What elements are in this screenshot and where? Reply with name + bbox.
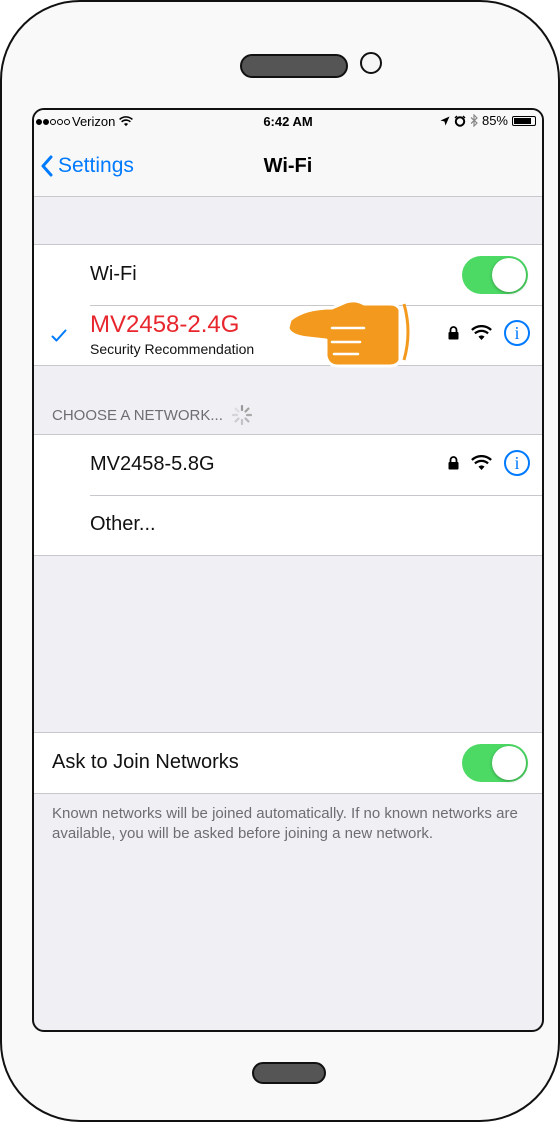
lock-icon (448, 326, 459, 340)
checkmark-icon (51, 329, 67, 342)
other-network-row[interactable]: Other... (34, 495, 542, 555)
info-icon[interactable]: i (504, 320, 530, 346)
pointing-hand-icon (286, 299, 410, 368)
connected-network-icons: i (448, 320, 530, 346)
lock-icon (448, 456, 459, 470)
wifi-toggle-switch[interactable] (462, 256, 528, 294)
other-network-label: Other... (90, 513, 156, 535)
alarm-icon (454, 115, 466, 127)
network-list: MV2458-5.8G i Other... (34, 434, 542, 556)
network-icons: i (448, 450, 530, 476)
navigation-bar: Settings Wi-Fi (34, 132, 542, 197)
home-button[interactable] (252, 1062, 326, 1084)
ask-to-join-toggle[interactable] (462, 744, 528, 782)
connected-network-name: MV2458-2.4G (90, 311, 240, 338)
location-arrow-icon (440, 116, 450, 125)
wifi-icon (471, 455, 492, 470)
network-name: MV2458-5.8G (90, 453, 215, 475)
battery-percent: 85% (481, 113, 508, 128)
wifi-toggle-label: Wi-Fi (90, 263, 137, 285)
page-title: Wi-Fi (263, 155, 313, 177)
info-icon[interactable]: i (504, 450, 530, 476)
ask-to-join-label: Ask to Join Networks (52, 751, 239, 773)
status-bar: Verizon 6:42 AM 85% (34, 110, 542, 132)
spinner-icon (231, 404, 252, 426)
network-row[interactable]: MV2458-5.8G i (34, 435, 542, 495)
battery-icon (512, 115, 536, 126)
choose-network-header: CHOOSE A NETWORK... (52, 404, 253, 426)
ask-to-join-group: Ask to Join Networks (34, 732, 542, 794)
ask-to-join-footer: Known networks will be joined automatica… (52, 805, 518, 842)
status-right: 85% (440, 113, 536, 128)
bluetooth-icon (470, 114, 478, 127)
phone-screen: Verizon 6:42 AM 85% Settings Wi-Fi Wi-Fi… (32, 108, 544, 1032)
connected-network-subtitle: Security Recommendation (90, 341, 255, 357)
ask-to-join-row: Ask to Join Networks (34, 733, 542, 793)
wifi-toggle-row: Wi-Fi (34, 245, 542, 305)
choose-network-header-label: CHOOSE A NETWORK... (52, 406, 223, 424)
phone-frame: Verizon 6:42 AM 85% Settings Wi-Fi Wi-Fi… (0, 0, 560, 1122)
phone-speaker (240, 54, 348, 78)
phone-camera (360, 52, 382, 74)
wifi-icon (471, 325, 492, 340)
